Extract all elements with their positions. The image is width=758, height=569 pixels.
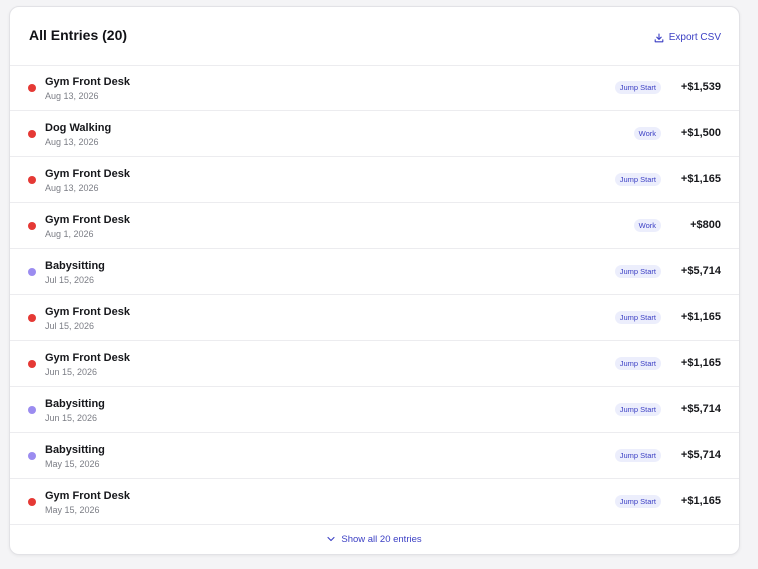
entry-date: Aug 13, 2026 [45,91,99,101]
entry-date: Jul 15, 2026 [45,275,95,285]
category-badge: Jump Start [614,495,661,508]
category-badge: Jump Start [614,81,661,94]
entry-name: Gym Front Desk [45,214,130,226]
entry-name: Babysitting [45,260,105,272]
entry-name: Dog Walking [45,122,112,134]
export-csv-label: Export CSV [668,32,721,43]
status-dot [28,360,36,368]
status-dot [28,452,36,460]
list-item[interactable]: Gym Front Desk Aug 13, 2026 Jump Start +$1,… [10,65,739,111]
status-dot [28,222,36,230]
entry-list: Gym Front Desk Aug 13, 2026 Jump Start +$1,… [10,65,739,525]
entry-name: Gym Front Desk [45,352,130,364]
entry-amount: +$1,165 [680,495,721,507]
entry-date: May 15, 2026 [45,505,100,515]
category-badge: Work [633,219,661,232]
category-badge: Jump Start [614,311,661,324]
category-badge: Jump Start [614,403,661,416]
entry-amount: +$800 [690,219,721,231]
entry-date: Aug 13, 2026 [45,183,99,193]
entry-date: Jun 15, 2026 [45,367,98,377]
entry-amount: +$1,539 [680,81,721,93]
list-item[interactable]: Babysitting Jun 15, 2026 Jump Start +$5,714 [10,387,739,433]
status-dot [28,176,36,184]
entry-name: Gym Front Desk [45,168,130,180]
export-csv-button[interactable]: Export CSV [654,32,721,43]
entry-name: Gym Front Desk [45,76,130,88]
entry-date: May 15, 2026 [45,459,100,469]
category-badge: Jump Start [614,173,661,186]
entry-name: Gym Front Desk [45,490,130,502]
list-item[interactable]: Gym Front Desk Aug 1, 2026 Work +$800 [10,203,739,249]
category-badge: Jump Start [614,449,661,462]
entry-amount: +$1,165 [680,311,721,323]
entry-amount: +$1,165 [680,173,721,185]
list-item[interactable]: Gym Front Desk Jun 15, 2026 Jump Start +$1,… [10,341,739,387]
entry-amount: +$1,500 [680,127,721,139]
category-badge: Jump Start [614,265,661,278]
entry-amount: +$5,714 [680,449,721,461]
card-footer: Show all 20 entries [10,524,739,554]
list-item[interactable]: Babysitting Jul 15, 2026 Jump Start +$5,714 [10,249,739,295]
status-dot [28,498,36,506]
list-item[interactable]: Gym Front Desk May 15, 2026 Jump Start +$1,… [10,479,739,525]
status-dot [28,130,36,138]
list-item[interactable]: Babysitting May 15, 2026 Jump Start +$5,714 [10,433,739,479]
entry-amount: +$5,714 [680,265,721,277]
entries-card: All Entries (20) Export CSV Gym Front De… [9,6,740,555]
entry-name: Babysitting [45,444,105,456]
status-dot [28,84,36,92]
list-item[interactable]: Gym Front Desk Jul 15, 2026 Jump Start +$1,… [10,295,739,341]
page-title: All Entries (20) [29,27,128,43]
entry-amount: +$1,165 [680,357,721,369]
entry-name: Babysitting [45,398,105,410]
list-item[interactable]: Gym Front Desk Aug 13, 2026 Jump Start +$1,… [10,157,739,203]
entry-date: Aug 1, 2026 [45,229,94,239]
show-all-label: Show all 20 entries [341,533,422,545]
chevron-down-icon [327,534,335,545]
entry-name: Gym Front Desk [45,306,130,318]
entry-date: Jun 15, 2026 [45,413,98,423]
status-dot [28,314,36,322]
card-header: All Entries (20) Export CSV [10,7,739,66]
status-dot [28,268,36,276]
download-icon [654,32,664,43]
entry-date: Jul 15, 2026 [45,321,95,331]
entry-date: Aug 13, 2026 [45,137,99,147]
category-badge: Work [633,127,661,140]
category-badge: Jump Start [614,357,661,370]
show-all-button[interactable]: Show all 20 entries [327,533,422,545]
entry-amount: +$5,714 [680,403,721,415]
list-item[interactable]: Dog Walking Aug 13, 2026 Work +$1,500 [10,111,739,157]
status-dot [28,406,36,414]
